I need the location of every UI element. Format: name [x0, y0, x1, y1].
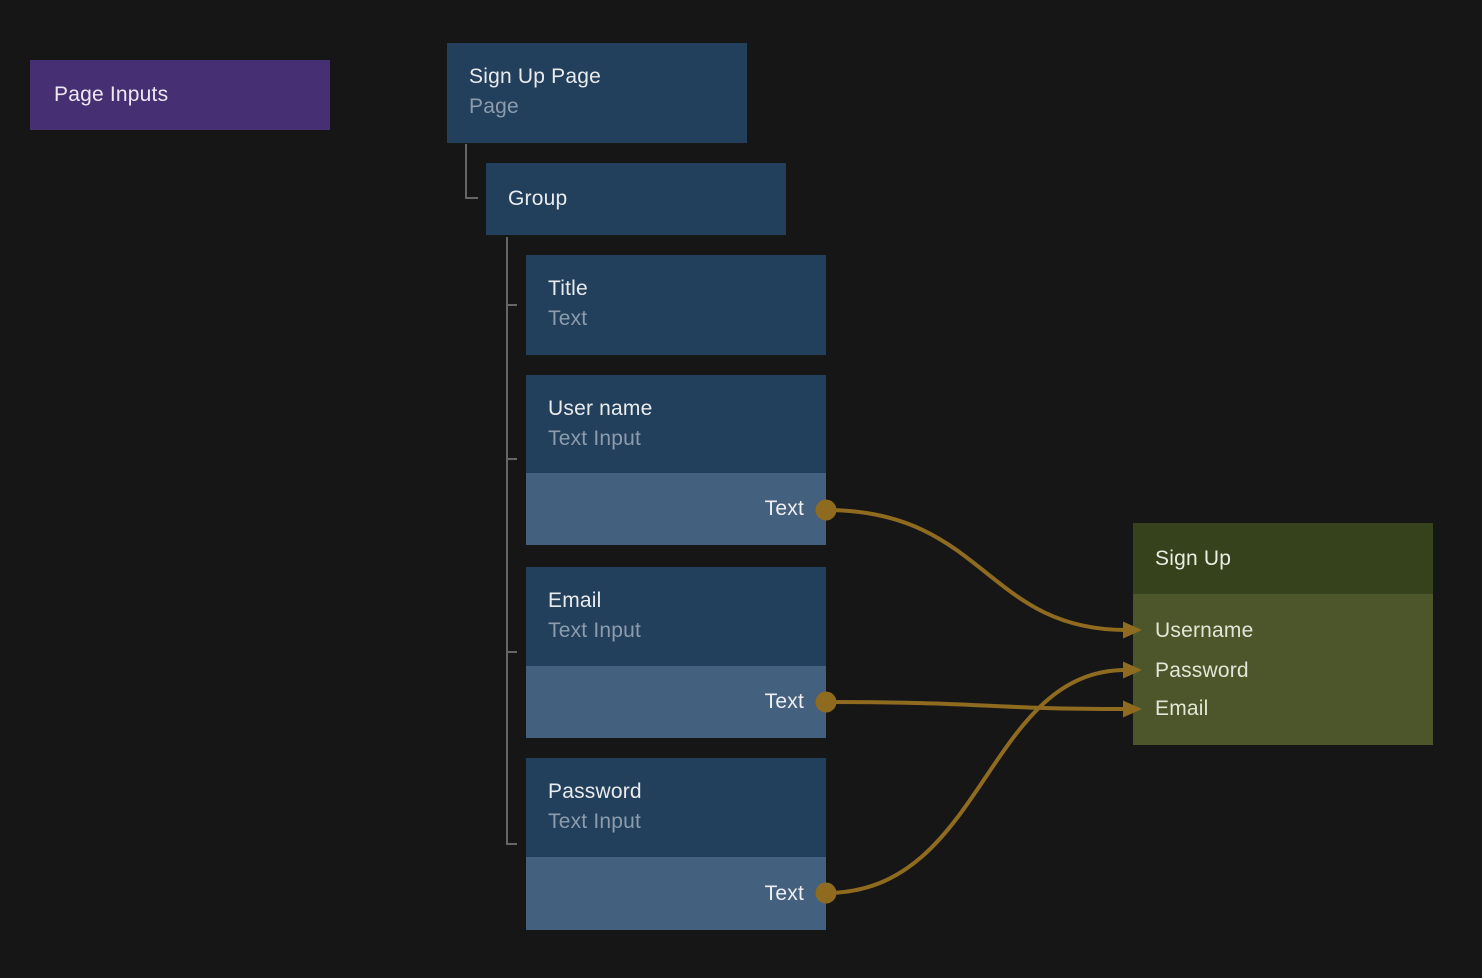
sign-up-page-node[interactable]: Sign Up Page Page	[447, 43, 747, 143]
tree-connector-group-trunk	[507, 237, 517, 844]
output-port-label: Text	[765, 497, 804, 521]
node-subtitle: Text Input	[548, 807, 804, 837]
password-output-row[interactable]: Text	[526, 857, 826, 930]
node-subtitle: Text Input	[548, 616, 804, 646]
input-port-label-password: Password	[1155, 658, 1249, 684]
page-inputs-node[interactable]: Page Inputs	[30, 60, 330, 130]
group-node[interactable]: Group	[486, 163, 786, 235]
node-title: User name	[548, 394, 804, 424]
wire-email-to-signup[interactable]	[826, 702, 1126, 709]
input-port-label-email: Email	[1155, 696, 1209, 722]
title-text-node[interactable]: Title Text	[526, 255, 826, 355]
sign-up-node-header: Sign Up	[1133, 523, 1433, 594]
wire-password-to-signup[interactable]	[826, 670, 1126, 893]
node-title: Group	[508, 184, 567, 214]
node-editor-canvas[interactable]: Page Inputs Sign Up Page Page Group Titl…	[0, 0, 1482, 978]
wire-username-to-signup[interactable]	[826, 510, 1126, 630]
node-subtitle: Text	[548, 304, 804, 334]
node-title: Password	[548, 777, 804, 807]
username-input-node[interactable]: User name Text Input	[526, 375, 826, 473]
password-input-node[interactable]: Password Text Input	[526, 758, 826, 857]
output-port-label: Text	[765, 882, 804, 906]
output-port-label: Text	[765, 690, 804, 714]
node-subtitle: Text Input	[548, 424, 804, 454]
page-inputs-label: Page Inputs	[54, 80, 168, 110]
node-title: Sign Up	[1155, 544, 1231, 574]
node-subtitle: Page	[469, 92, 725, 122]
tree-connector-root-to-group	[466, 144, 478, 198]
node-title: Sign Up Page	[469, 62, 725, 92]
username-output-row[interactable]: Text	[526, 473, 826, 545]
node-title: Title	[548, 274, 804, 304]
input-port-label-username: Username	[1155, 618, 1253, 644]
email-output-row[interactable]: Text	[526, 666, 826, 738]
node-title: Email	[548, 586, 804, 616]
email-input-node[interactable]: Email Text Input	[526, 567, 826, 666]
